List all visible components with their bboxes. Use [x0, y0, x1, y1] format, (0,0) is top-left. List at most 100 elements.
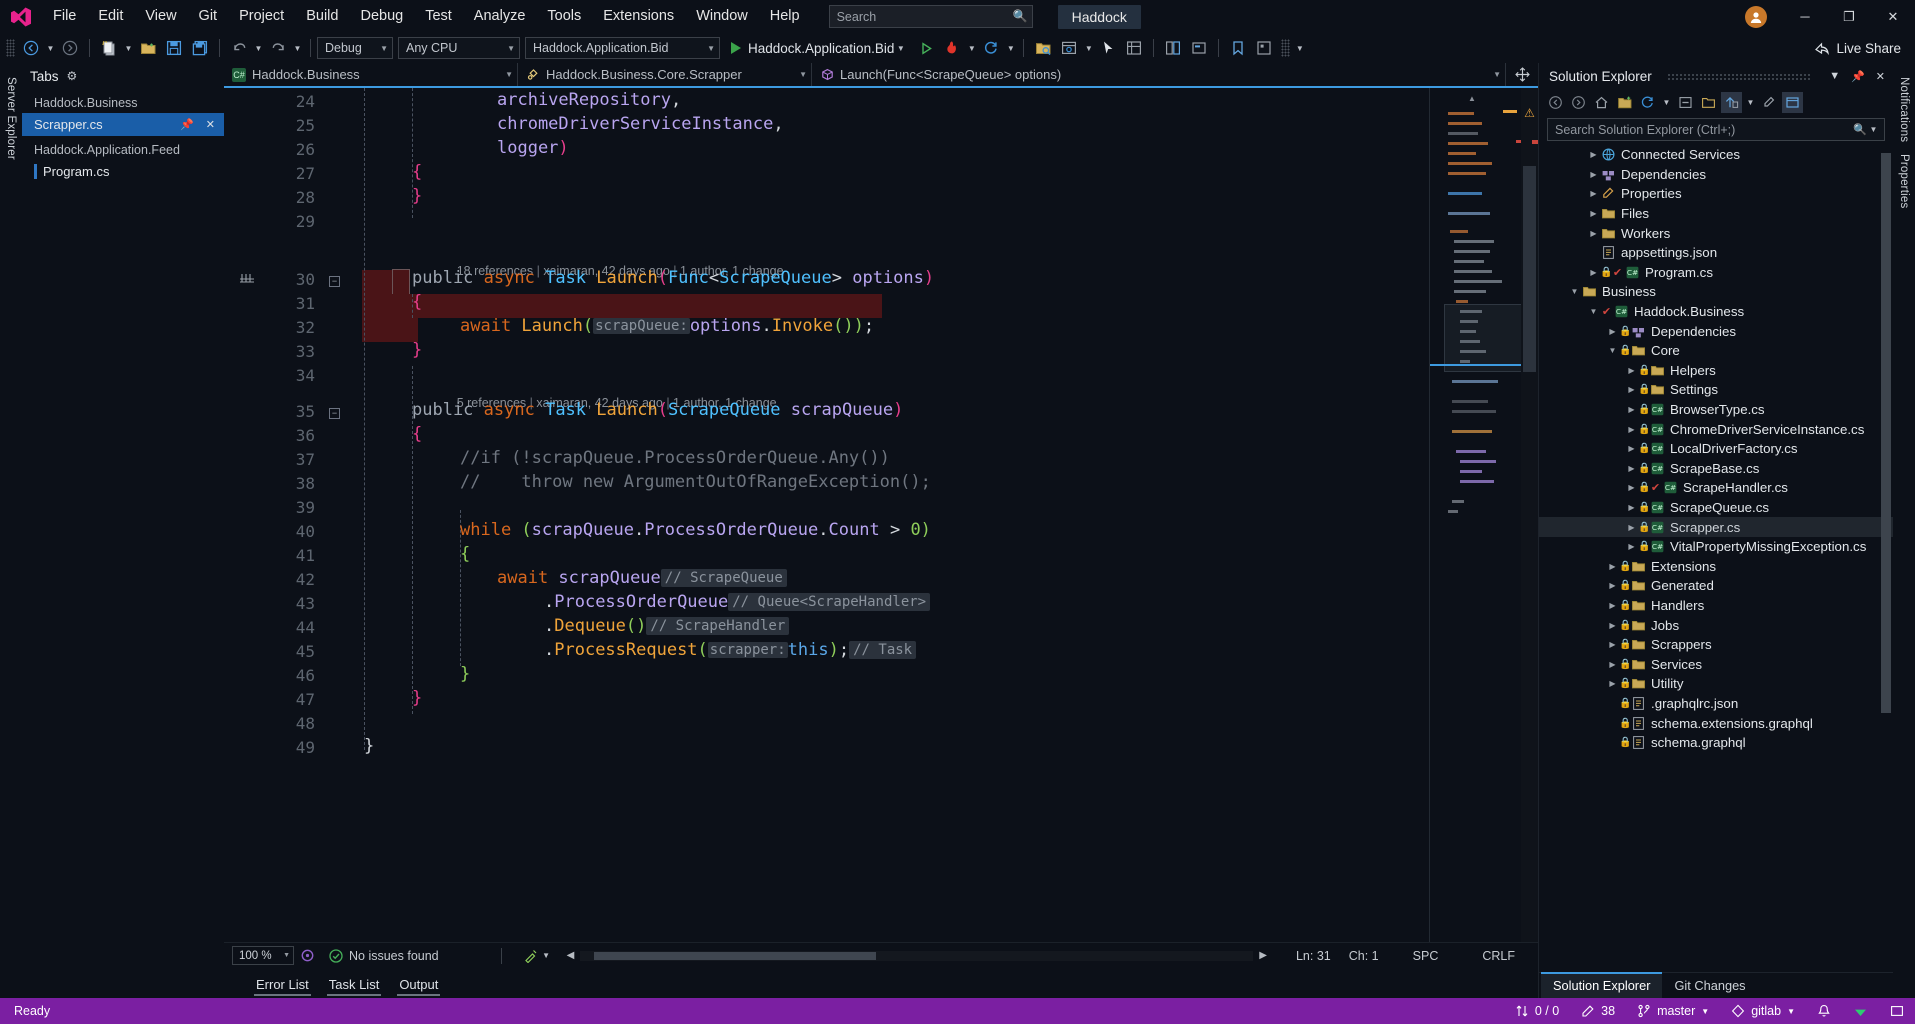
scrollbar-thumb[interactable] — [1523, 166, 1536, 372]
chevron-right-icon[interactable]: ▶ — [1587, 189, 1600, 198]
window-layout-dropdown-icon[interactable]: ▼ — [1082, 36, 1095, 60]
tree-item-appsettings-json[interactable]: appsettings.json — [1539, 243, 1893, 263]
glyph-margin[interactable] — [229, 88, 269, 942]
editor-vertical-scrollbar[interactable]: ⚠ — [1521, 88, 1538, 942]
tree-scrollbar[interactable] — [1880, 145, 1892, 972]
notifications-tab[interactable]: Notifications — [1898, 71, 1910, 148]
pointer-select-icon[interactable] — [1095, 36, 1121, 60]
tab-error-list[interactable]: Error List — [246, 974, 319, 998]
start-without-debugging-icon[interactable] — [913, 36, 939, 60]
zoom-level-selector[interactable]: 100 % ▼ — [232, 946, 294, 965]
chevron-right-icon[interactable]: ▶ — [1606, 640, 1619, 649]
chevron-right-icon[interactable]: ▶ — [1625, 425, 1638, 434]
code-line[interactable]: await Launch(scrapQueue: options. Invoke()… — [460, 314, 1429, 338]
chevron-right-icon[interactable]: ▶ — [1606, 660, 1619, 669]
code-line[interactable] — [412, 208, 1429, 232]
code-line[interactable]: public async Task Launch(ScrapeQueue scr… — [412, 398, 1429, 422]
server-explorer-tab[interactable]: Server Explorer — [5, 71, 17, 166]
new-project-dropdown-icon[interactable]: ▼ — [122, 36, 135, 60]
code-line[interactable]: { — [412, 422, 1429, 446]
chevron-down-icon[interactable]: ▼ — [1867, 118, 1880, 142]
tree-item-jobs[interactable]: ▶ 🔒 Jobs — [1539, 615, 1893, 635]
undo-dropdown-icon[interactable]: ▼ — [252, 36, 265, 60]
scroll-right-icon[interactable]: ▶ — [1259, 950, 1267, 961]
intellicode-icon[interactable] — [300, 948, 315, 963]
scrollbar-thumb[interactable] — [1881, 153, 1891, 713]
tab-output[interactable]: Output — [389, 974, 448, 998]
scrollbar-thumb[interactable] — [593, 951, 877, 960]
window-layout-icon[interactable] — [1056, 36, 1082, 60]
tree-item-program-cs[interactable]: ▶ 🔒 ✔ C# Program.cs — [1539, 263, 1893, 283]
code-line[interactable]: } — [364, 734, 1429, 758]
tree-item-business[interactable]: ▼ Business — [1539, 282, 1893, 302]
start-debugging-button[interactable]: Haddock.Application.Bid ▼ — [725, 36, 913, 60]
chevron-right-icon[interactable]: ▶ — [1606, 621, 1619, 630]
chevron-down-icon[interactable]: ▼ — [1568, 287, 1581, 296]
forward-icon[interactable] — [1568, 92, 1589, 113]
menu-file[interactable]: File — [42, 0, 87, 33]
toolbar-grip[interactable] — [6, 39, 15, 57]
chevron-right-icon[interactable]: ▶ — [1625, 464, 1638, 473]
minimize-button[interactable]: ─ — [1783, 0, 1827, 33]
menu-edit[interactable]: Edit — [87, 0, 134, 33]
platform-combo[interactable]: Any CPU ▼ — [398, 37, 520, 59]
chevron-down-icon[interactable]: ▼ — [1606, 346, 1619, 355]
menu-build[interactable]: Build — [295, 0, 349, 33]
pin-icon[interactable]: 📌 — [177, 118, 197, 131]
navbar-member-combo[interactable]: Launch(Func<ScrapeQueue> options) ▼ — [812, 63, 1506, 86]
tree-item-schema-extensions-graphql[interactable]: 🔒 schema.extensions.graphql — [1539, 713, 1893, 733]
gear-icon[interactable]: ⚙ — [67, 69, 78, 83]
tree-item-browsertype-cs[interactable]: ▶ 🔒 C# BrowserType.cs — [1539, 400, 1893, 420]
menu-project[interactable]: Project — [228, 0, 295, 33]
chevron-right-icon[interactable]: ▶ — [1625, 483, 1638, 492]
menu-test[interactable]: Test — [414, 0, 463, 33]
undo-icon[interactable] — [226, 36, 252, 60]
menu-help[interactable]: Help — [759, 0, 811, 33]
tree-item-schema-graphql[interactable]: 🔒 schema.graphql — [1539, 733, 1893, 753]
chevron-right-icon[interactable]: ▶ — [1625, 542, 1638, 551]
extension-manager-icon[interactable] — [1251, 36, 1277, 60]
navigate-back-dropdown-icon[interactable]: ▼ — [44, 36, 57, 60]
code-line[interactable]: //if (!scrapQueue.ProcessOrderQueue.Any(… — [460, 446, 1429, 470]
tree-item-dependencies[interactable]: ▶ Dependencies — [1539, 165, 1893, 185]
tree-item-properties[interactable]: ▶ Properties — [1539, 184, 1893, 204]
code-line[interactable]: { — [460, 542, 1429, 566]
fold-toggle[interactable]: − — [329, 408, 340, 419]
tree-item-connected-services[interactable]: ▶ Connected Services — [1539, 145, 1893, 165]
code-line[interactable]: } — [412, 686, 1429, 710]
tree-item-utility[interactable]: ▶ 🔒 Utility — [1539, 674, 1893, 694]
collapse-all-icon[interactable] — [1675, 92, 1696, 113]
code-line[interactable]: { — [412, 160, 1429, 184]
tree-item-scrapper-cs[interactable]: ▶ 🔒 C# Scrapper.cs — [1539, 517, 1893, 537]
indentation-indicator[interactable]: SPC — [1404, 949, 1448, 963]
hot-reload-icon[interactable] — [939, 36, 965, 60]
properties-tab[interactable]: Properties — [1898, 148, 1910, 214]
close-icon[interactable]: ✕ — [203, 118, 218, 131]
code-editor[interactable]: − − 24 25 26 27 28 29 30 31 32 33 34 35 … — [224, 88, 1538, 942]
menu-tools[interactable]: Tools — [536, 0, 592, 33]
code-line[interactable]: . ProcessRequest(scrapper: this);// Task — [544, 638, 1429, 662]
tree-item-haddock-business[interactable]: ▼ ✔ C# Haddock.Business — [1539, 302, 1893, 322]
tree-item-vitalpropertymissingexception-cs[interactable]: ▶ 🔒 C# VitalPropertyMissingException.cs — [1539, 537, 1893, 557]
chevron-down-icon[interactable]: ▼ — [1587, 307, 1600, 316]
tab-item-scrapper-cs[interactable]: Scrapper.cs 📌 ✕ — [22, 113, 224, 136]
codelens-indicator-icon[interactable] — [239, 273, 255, 284]
pin-icon[interactable]: 📌 — [1849, 70, 1867, 83]
solution-explorer-search[interactable]: 🔍 ▼ — [1547, 118, 1885, 141]
configuration-combo[interactable]: Debug ▼ — [317, 37, 393, 59]
tab-git-changes[interactable]: Git Changes — [1662, 974, 1757, 998]
chevron-right-icon[interactable]: ▶ — [1606, 562, 1619, 571]
redo-icon[interactable] — [265, 36, 291, 60]
navigate-back-icon[interactable] — [18, 36, 44, 60]
new-project-icon[interactable] — [96, 36, 122, 60]
chevron-down-icon[interactable]: ▼ — [1827, 70, 1842, 82]
maximize-button[interactable]: ❐ — [1827, 0, 1871, 33]
navigate-forward-icon[interactable] — [57, 36, 83, 60]
code-line[interactable]: { — [412, 290, 1429, 314]
startup-project-combo[interactable]: Haddock.Application.Bid ▼ — [525, 37, 720, 59]
solution-search-input[interactable] — [1555, 122, 1854, 137]
toolbar-overflow-icon[interactable]: ▼ — [1293, 36, 1306, 60]
selection-ui-icon[interactable] — [1186, 36, 1212, 60]
chevron-down-icon[interactable]: ▼ — [1744, 91, 1757, 115]
tree-item-scrappers[interactable]: ▶ 🔒 Scrappers — [1539, 635, 1893, 655]
